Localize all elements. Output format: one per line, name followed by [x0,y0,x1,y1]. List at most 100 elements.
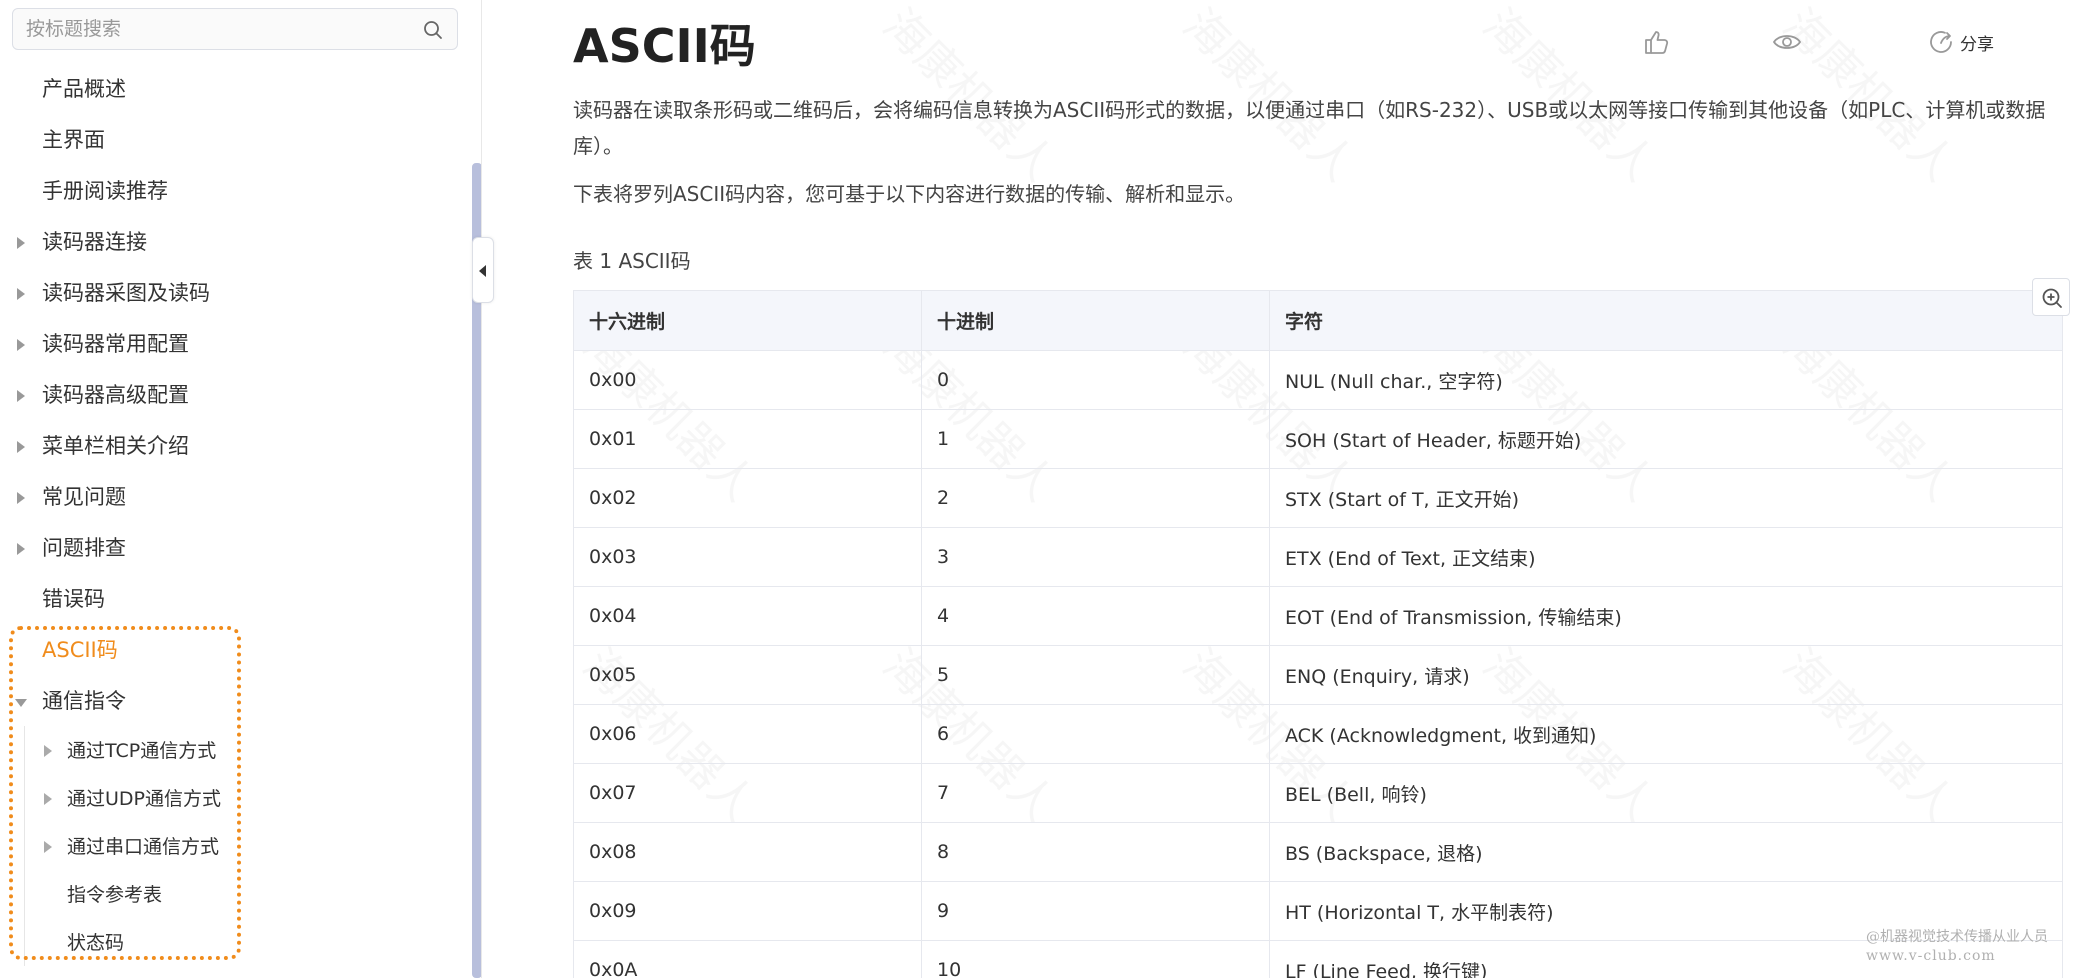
table-cell: 0x07 [573,763,922,823]
sidebar-subitem[interactable]: 通过串口通信方式 [0,823,470,871]
search-input[interactable] [13,9,403,49]
table-cell: ENQ (Enquiry, 请求) [1269,645,2063,705]
table-cell: 0x04 [573,586,922,646]
table-cell: 0x06 [573,704,922,764]
table-cell: 3 [921,527,1270,587]
sidebar-item[interactable]: ASCII码 [0,625,470,676]
table-cell: 0x00 [573,350,922,410]
zoom-in-icon [2042,288,2062,308]
sidebar-item[interactable]: 读码器高级配置 [0,370,470,421]
table-row: 0x03 3 ETX (End of Text, 正文结束) [573,527,2063,587]
caret-right-icon[interactable] [17,390,25,402]
nav-tree: 产品概述主界面手册阅读推荐 读码器连接读码器采图及读码 读码器常用配置读码器高级配置… [0,64,470,967]
search-icon[interactable] [423,20,443,40]
caret-right-icon[interactable] [17,237,25,249]
search-box [12,8,458,50]
sidebar-item-label: 常见问题 [42,485,126,509]
table-cell: 1 [921,409,1270,469]
sidebar-item-label: 读码器连接 [42,230,147,254]
table-cell: 10 [921,940,1270,978]
table-cell: STX (Start of T, 正文开始) [1269,468,2063,528]
caret-right-icon[interactable] [17,339,25,351]
sidebar-subitem[interactable]: 通过UDP通信方式 [0,775,470,823]
sidebar-subitem-label: 通过UDP通信方式 [67,788,221,810]
caret-right-icon[interactable] [17,543,25,555]
table-cell: BEL (Bell, 响铃) [1269,763,2063,823]
table-cell: 4 [921,586,1270,646]
table-header-cell: 字符 [1269,290,2063,351]
table-cell: 0x02 [573,468,922,528]
share-label: 分享 [1960,34,1994,55]
caret-right-icon[interactable] [44,841,52,853]
table-header-cell: 十进制 [921,290,1270,351]
table-cell: 9 [921,881,1270,941]
sidebar-item-label: 主界面 [42,128,105,152]
intro-paragraph: 读码器在读取条形码或二维码后，会将编码信息转换为ASCII码形式的数据，以便通过… [573,98,2046,158]
sidebar-item[interactable]: 错误码 [0,574,470,625]
table-cell: 2 [921,468,1270,528]
table-cell: 5 [921,645,1270,705]
sidebar-item[interactable]: 菜单栏相关介绍 [0,421,470,472]
subtree-guide-line [24,726,25,966]
table-row: 0x07 7 BEL (Bell, 响铃) [573,763,2063,823]
caret-right-icon[interactable] [44,745,52,757]
sidebar-item[interactable]: 读码器采图及读码 [0,268,470,319]
sidebar-item-label: 问题排查 [42,536,126,560]
caret-right-icon[interactable] [17,492,25,504]
like-button[interactable] [1642,24,1672,60]
table-cell: EOT (End of Transmission, 传输结束) [1269,586,2063,646]
table-cell: 0x08 [573,822,922,882]
table-row: 0x09 9 HT (Horizontal T, 水平制表符) [573,881,2063,941]
sidebar-subitem[interactable]: 状态码 [0,919,470,967]
sidebar-item[interactable]: 主界面 [0,115,470,166]
caret-down-icon[interactable] [15,699,27,707]
corner-watermark-url: www.v-club.com [1866,948,1996,964]
sidebar-item-label: 手册阅读推荐 [42,179,168,203]
table-cell: 6 [921,704,1270,764]
sidebar-subitem[interactable]: 通过TCP通信方式 [0,727,470,775]
sidebar-item-label: 通信指令 [42,689,126,713]
thumbs-up-icon [1645,31,1669,54]
sidebar-item[interactable]: 读码器常用配置 [0,319,470,370]
table-row: 0x02 2 STX (Start of T, 正文开始) [573,468,2063,528]
table-cell: 7 [921,763,1270,823]
table-cell: 8 [921,822,1270,882]
sidebar-item-label: 菜单栏相关介绍 [42,434,189,458]
table-caption: 表 1 ASCII码 [573,249,691,273]
table-row: 0x00 0 NUL (Null char., 空字符) [573,350,2063,410]
corner-watermark-text: @机器视觉技术传播从业人员 [1866,929,2048,945]
table-cell: 0x05 [573,645,922,705]
sidebar-subitem[interactable]: 指令参考表 [0,871,470,919]
sidebar-item[interactable]: 通信指令 [0,676,470,727]
share-icon [1930,31,1952,53]
table-row: 0x0A 10 LF (Line Feed, 换行键) [573,940,2063,978]
table-cell: SOH (Start of Header, 标题开始) [1269,409,2063,469]
eye-icon [1772,35,1802,49]
table-cell: 0x03 [573,527,922,587]
table-cell: 0 [921,350,1270,410]
sidebar-item-label: 读码器高级配置 [42,383,189,407]
table-header-cell: 十六进制 [573,290,922,351]
table-zoom-button[interactable] [2032,278,2070,316]
sidebar-subitem-label: 通过串口通信方式 [67,836,220,858]
sidebar-item[interactable]: 产品概述 [0,64,470,115]
table-row: 0x06 6 ACK (Acknowledgment, 收到通知) [573,704,2063,764]
table-cell: NUL (Null char., 空字符) [1269,350,2063,410]
sidebar-item[interactable]: 常见问题 [0,472,470,523]
table-cell: BS (Backspace, 退格) [1269,822,2063,882]
sidebar-item[interactable]: 手册阅读推荐 [0,166,470,217]
sidebar-subitem-label: 指令参考表 [67,884,163,906]
table-row: 0x05 5 ENQ (Enquiry, 请求) [573,645,2063,705]
main-content: 海康机器人海康机器人海康机器人海康机器人海康机器人海康机器人海康机器人海康机器人… [482,0,2076,978]
sidebar-subitem-label: 状态码 [67,932,125,954]
view-count-button[interactable] [1772,24,1802,60]
page-title: ASCII码 [573,19,756,73]
caret-right-icon[interactable] [17,441,25,453]
table-intro-paragraph: 下表将罗列ASCII码内容，您可基于以下内容进行数据的传输、解析和显示。 [573,182,1246,206]
sidebar-item[interactable]: 问题排查 [0,523,470,574]
table-cell: 0x09 [573,881,922,941]
caret-right-icon[interactable] [17,288,25,300]
share-button[interactable]: 分享 [1926,24,1994,60]
caret-right-icon[interactable] [44,793,52,805]
sidebar-item[interactable]: 读码器连接 [0,217,470,268]
